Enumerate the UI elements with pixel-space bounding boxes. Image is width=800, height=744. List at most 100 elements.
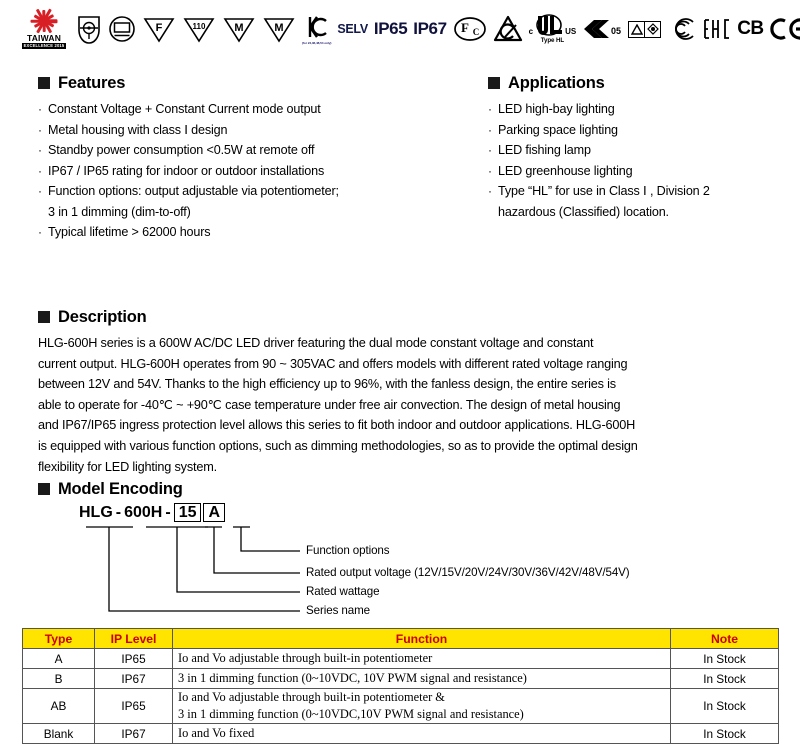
application-item-label: Parking space lighting [498, 122, 618, 137]
svg-text:05: 05 [611, 26, 621, 36]
cell-function-line: Io and Vo adjustable through built-in po… [178, 690, 445, 704]
table-row: AB IP65 Io and Vo adjustable through built… [22, 688, 779, 724]
cell-note: In Stock [670, 688, 779, 724]
emc-mark-icon: 05 [582, 16, 622, 42]
cell-note: In Stock [670, 668, 779, 689]
model-encoding-diagram: HLG - 600H - 15 A Function options Rated… [38, 503, 778, 628]
cell-function-line: Io and Vo adjustable through built-in po… [178, 651, 433, 665]
function-options-table-wrapper: Type IP Level Function Note A IP65 Io and … [22, 628, 779, 744]
rcm-mark-icon [493, 15, 523, 43]
description-line: HLG-600H series is a 600W AC/DC LED driv… [38, 336, 594, 350]
feature-item-label: Function options: output adjustable via … [48, 184, 339, 198]
taiwan-star-icon [30, 8, 58, 34]
table-header-row: Type IP Level Function Note [22, 628, 779, 649]
description-section: Description HLG-600H series is a 600W AC… [38, 308, 778, 477]
ip67-label: IP67 [413, 19, 447, 38]
cell-function: Io and Vo adjustable through built-in po… [172, 648, 671, 669]
feature-item: · Constant Voltage + Constant Current mod… [38, 99, 478, 120]
table-header-type: Type [22, 628, 95, 649]
callout-rated-wattage: Rated wattage [306, 585, 380, 598]
section-bullet-square-icon [38, 77, 50, 89]
cell-function: 3 in 1 dimming function (0~10VDC, 10V PW… [172, 668, 671, 689]
kc-mark-note: (for 24,36,48,54 only) [302, 40, 332, 45]
applications-heading: Applications [488, 74, 788, 93]
taiwan-excellence-logo: TAIWAN EXCELLENCE 2015 [18, 5, 70, 53]
feature-item-label: IP67 / IP65 rating for indoor or outdoor… [48, 163, 325, 178]
section-bullet-square-icon [38, 483, 50, 495]
feature-item-label: Standby power consumption <0.5W at remot… [48, 143, 315, 157]
ip65-label: IP65 [373, 19, 408, 38]
cell-function-line: Io and Vo fixed [178, 726, 255, 740]
applications-list: · LED high-bay lighting · Parking space lig… [488, 99, 788, 222]
fcc-mark-icon: F C [453, 16, 487, 42]
ce-mark-icon [770, 17, 800, 41]
bullet-dot-icon: · [38, 163, 42, 178]
cell-ip-level: IP65 [94, 648, 173, 669]
table-header-note: Note [670, 628, 779, 649]
feature-item: · IP67 / IP65 rating for indoor or outdoo… [38, 161, 478, 182]
features-section: Features · Constant Voltage + Constant Cu… [38, 74, 478, 243]
bullet-dot-icon: · [38, 122, 42, 137]
section-bullet-square-icon [488, 77, 500, 89]
application-item: · LED fishing lamp [488, 140, 788, 161]
cb-label: CB [737, 18, 764, 39]
bullet-dot-icon: · [38, 225, 42, 239]
svg-text:110: 110 [193, 22, 206, 31]
svg-text:F: F [156, 22, 163, 34]
ul-mark-icon: c US Type HL [528, 14, 577, 44]
selv-label: SELV [337, 22, 368, 36]
application-item-label: Type “HL” for use in Class Ⅰ , Division … [498, 184, 710, 198]
table-header-function: Function [172, 628, 671, 649]
function-options-table: Type IP Level Function Note A IP65 Io and … [22, 628, 779, 744]
independent-circuit-icon [108, 15, 136, 43]
model-encoding-section: Model Encoding HLG - 600H - 15 A Functio… [38, 480, 778, 628]
eac-mark-icon [703, 18, 731, 40]
description-heading: Description [38, 308, 778, 327]
feature-item-label: Typical lifetime > 62000 hours [48, 225, 211, 239]
application-item-label: LED high-bay lighting [498, 102, 615, 116]
cell-type: B [22, 668, 95, 689]
ul-us-label: US [565, 27, 577, 36]
description-line: between 12V and 54V. Thanks to the high … [38, 377, 616, 392]
feature-item: · Standby power consumption <0.5W at remo… [38, 140, 478, 161]
cell-ip-level: IP67 [94, 668, 173, 689]
section-bullet-square-icon [38, 311, 50, 323]
cell-note: In Stock [670, 648, 779, 669]
callout-function-options: Function options [306, 544, 390, 557]
cell-function-line: 3 in 1 dimming function (0~10VDC, 10V PW… [178, 671, 527, 685]
warning-triangle-icon [629, 22, 644, 37]
features-list: · Constant Voltage + Constant Current mod… [38, 99, 478, 243]
svg-text:M: M [274, 22, 283, 34]
features-heading: Features [38, 74, 478, 93]
application-item: · Parking space lighting [488, 120, 788, 141]
bullet-dot-icon: · [488, 163, 492, 178]
feature-item-label: 3 in 1 dimming (dim-to-off) [48, 204, 191, 219]
cell-type: AB [22, 688, 95, 724]
model-encoding-heading: Model Encoding [38, 480, 778, 499]
svg-text:C: C [472, 27, 479, 37]
application-item: hazardous (Classified) location. [488, 202, 788, 223]
ccc-mark-icon [667, 16, 697, 42]
callout-series-name: Series name [306, 604, 370, 617]
svg-text:M: M [234, 22, 243, 34]
feature-item-label: Constant Voltage + Constant Current mode… [48, 102, 321, 116]
triangle-m-icon: M [222, 14, 256, 44]
application-item-label: LED fishing lamp [498, 143, 591, 157]
feature-item: · Metal housing with class Ⅰ design [38, 120, 478, 141]
application-item: · LED high-bay lighting [488, 99, 788, 120]
feature-item: 3 in 1 dimming (dim-to-off) [38, 202, 478, 223]
table-row: A IP65 Io and Vo adjustable through built-… [22, 648, 779, 669]
description-line: current output. HLG-600H operates from 9… [38, 356, 628, 371]
features-title: Features [58, 74, 126, 92]
description-line: and IP67/IP65 ingress protection level a… [38, 418, 636, 433]
triangle-m2-icon: M [262, 14, 296, 44]
ul-c-label: c [528, 27, 534, 36]
certification-bar: TAIWAN EXCELLENCE 2015 F 110 M M (for 24… [0, 0, 800, 58]
radiation-diamond-icon [644, 21, 660, 37]
description-line: is equipped with various function option… [38, 438, 638, 453]
table-row: B IP67 3 in 1 dimming function (0~10VDC, 1… [22, 668, 779, 689]
applications-section: Applications · LED high-bay lighting · Park… [488, 74, 788, 222]
kc-mark-icon: (for 24,36,48,54 only) [302, 14, 331, 45]
bullet-dot-icon: · [38, 102, 42, 116]
datasheet-page: TAIWAN EXCELLENCE 2015 F 110 M M (for 24… [0, 0, 800, 744]
